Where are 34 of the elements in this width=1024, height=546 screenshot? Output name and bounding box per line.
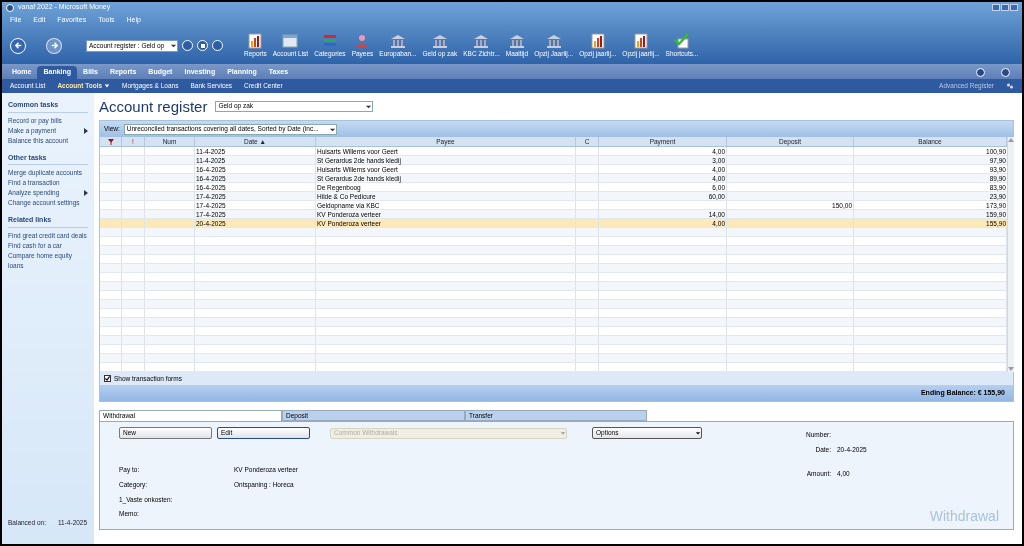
- person-icon: [354, 32, 371, 49]
- dropdown-caret-icon: [560, 430, 566, 436]
- page-title: Account register: [99, 98, 208, 114]
- forward-button[interactable]: [46, 37, 62, 54]
- form-watermark: Withdrawal: [929, 507, 999, 526]
- window-icon: [282, 32, 299, 49]
- edit-pen-button[interactable]: [182, 40, 193, 51]
- help-icon[interactable]: [1001, 68, 1010, 77]
- close-button[interactable]: [1010, 4, 1018, 11]
- bank-icon: [545, 32, 562, 49]
- check-icon: [105, 376, 110, 381]
- minimize-button[interactable]: [992, 4, 1000, 11]
- back-arrow-icon: [13, 41, 23, 50]
- bank-icon: [508, 32, 525, 49]
- restore-button[interactable]: [1001, 4, 1009, 11]
- flag-icon: [107, 138, 114, 145]
- sync-icon[interactable]: [976, 68, 985, 77]
- dropdown-caret-icon: [695, 430, 701, 436]
- show-forms-checkbox[interactable]: [104, 375, 111, 382]
- dropdown-caret-icon: [170, 42, 177, 49]
- back-button[interactable]: [10, 37, 26, 54]
- bank-icon: [473, 32, 490, 49]
- people-icon: [1006, 82, 1014, 90]
- bank-icon: [431, 32, 448, 49]
- bank-icon: [389, 32, 406, 49]
- refresh-button[interactable]: [212, 40, 223, 51]
- stop-button[interactable]: [197, 40, 208, 51]
- app-logo-icon: [6, 3, 14, 12]
- forward-arrow-icon: [49, 41, 59, 50]
- bar-chart-icon: [632, 32, 649, 49]
- checkmark-icon: [674, 32, 690, 49]
- bar-chart-icon: [247, 32, 264, 49]
- stacked-books-icon: [321, 32, 338, 49]
- bar-chart-icon: [589, 32, 606, 49]
